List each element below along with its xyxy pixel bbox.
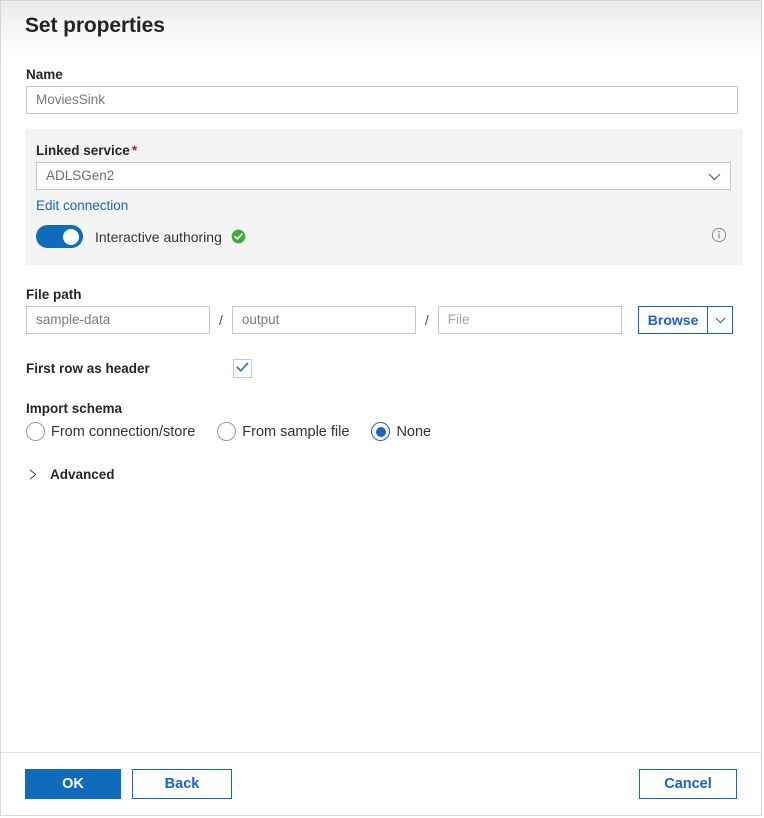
ok-button[interactable]: OK: [25, 769, 121, 799]
radio-circle-icon: [371, 422, 390, 441]
radio-none[interactable]: None: [371, 422, 431, 441]
dialog-header: Set properties: [1, 1, 761, 59]
linked-service-panel: Linked service* ADLSGen2 Edit connection…: [25, 129, 743, 265]
import-schema-radio-group: From connection/store From sample file N…: [26, 422, 431, 441]
radio-label: From connection/store: [51, 424, 195, 440]
triangle-right-icon: [26, 468, 40, 482]
radio-label: None: [396, 424, 431, 440]
cancel-button[interactable]: Cancel: [639, 769, 737, 799]
file-path-label: File path: [26, 287, 82, 302]
advanced-section-toggle[interactable]: Advanced: [26, 467, 115, 482]
chevron-down-icon: [715, 311, 726, 329]
file-path-directory-input[interactable]: output: [232, 306, 416, 334]
chevron-down-icon: [708, 163, 721, 190]
green-check-circle-icon: [231, 229, 246, 244]
dialog-footer: OK Back Cancel: [1, 752, 761, 815]
back-button[interactable]: Back: [132, 769, 232, 799]
radio-circle-icon: [217, 422, 236, 441]
info-circle-icon[interactable]: [711, 227, 727, 243]
radio-circle-icon: [26, 422, 45, 441]
browse-dropdown-caret[interactable]: [708, 306, 733, 334]
radio-from-sample-file[interactable]: From sample file: [217, 422, 349, 441]
path-separator: /: [416, 312, 438, 328]
name-label: Name: [26, 67, 63, 82]
browse-button[interactable]: Browse: [638, 306, 709, 334]
linked-service-selected-value: ADLSGen2: [46, 168, 114, 183]
linked-service-label-text: Linked service: [36, 143, 130, 158]
radio-from-connection-store[interactable]: From connection/store: [26, 422, 195, 441]
checkmark-icon: [236, 360, 249, 378]
linked-service-label: Linked service*: [36, 143, 137, 158]
file-path-row: sample-data / output / File Browse: [26, 306, 733, 334]
toggle-knob: [63, 229, 79, 245]
dialog-body: Name MoviesSink Linked service* ADLSGen2…: [1, 59, 761, 753]
file-path-container-input[interactable]: sample-data: [26, 306, 210, 334]
required-asterisk: *: [132, 143, 137, 158]
interactive-authoring-row: Interactive authoring: [36, 225, 246, 248]
linked-service-dropdown[interactable]: ADLSGen2: [36, 162, 731, 190]
radio-label: From sample file: [242, 424, 349, 440]
edit-connection-link[interactable]: Edit connection: [36, 198, 128, 213]
interactive-authoring-label: Interactive authoring: [95, 229, 222, 245]
file-path-file-input[interactable]: File: [438, 306, 622, 334]
page-title: Set properties: [25, 14, 165, 38]
browse-button-group: Browse: [638, 306, 734, 334]
name-input[interactable]: MoviesSink: [26, 86, 738, 114]
path-separator: /: [210, 312, 232, 328]
first-row-as-header-checkbox[interactable]: [233, 359, 252, 378]
advanced-label: Advanced: [50, 467, 115, 482]
first-row-as-header-label: First row as header: [26, 361, 150, 376]
import-schema-label: Import schema: [26, 401, 122, 416]
set-properties-dialog: Set properties Name MoviesSink Linked se…: [0, 0, 762, 816]
interactive-authoring-toggle[interactable]: [36, 225, 83, 248]
